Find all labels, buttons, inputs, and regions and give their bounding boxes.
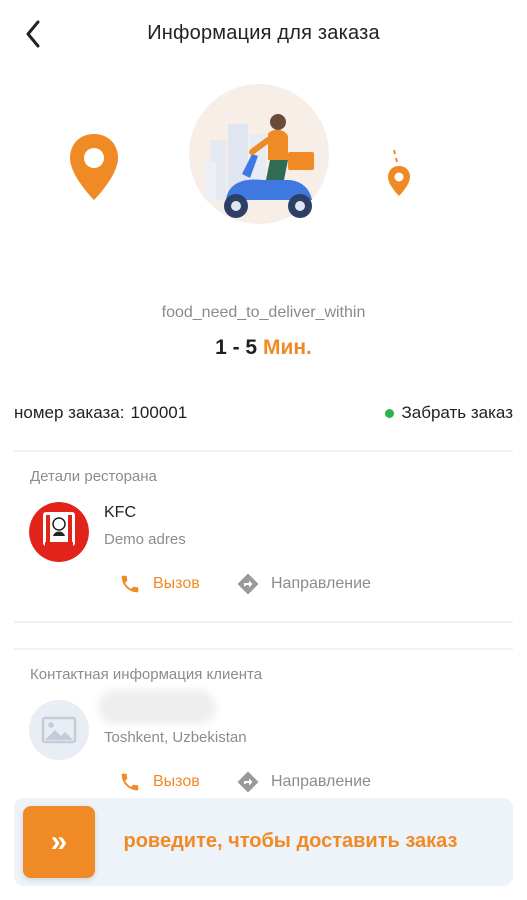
customer-address: Toshkent, Uzbekistan xyxy=(104,729,247,746)
order-status: Забрать заказ xyxy=(384,403,513,423)
directions-icon xyxy=(235,571,261,597)
restaurant-logo xyxy=(29,502,89,562)
kfc-logo-icon xyxy=(29,502,89,562)
call-label: Вызов xyxy=(153,575,200,592)
divider xyxy=(14,450,513,452)
restaurant-directions-button[interactable]: Направление xyxy=(235,571,371,597)
order-status-text: Забрать заказ xyxy=(401,403,513,422)
phone-icon xyxy=(117,571,143,597)
customer-call-button[interactable]: Вызов xyxy=(117,769,200,795)
divider xyxy=(14,621,513,623)
destination-pin-icon xyxy=(388,149,410,196)
app-header: Информация для заказа xyxy=(0,0,527,68)
order-number-label: номер заказа: xyxy=(14,403,125,422)
phone-icon xyxy=(117,769,143,795)
restaurant-call-button[interactable]: Вызов xyxy=(117,571,200,597)
location-pin-icon xyxy=(70,134,118,200)
swipe-to-deliver-slider[interactable]: роведите, чтобы доставить заказ » xyxy=(14,798,513,886)
customer-avatar xyxy=(29,700,89,760)
directions-label: Направление xyxy=(271,575,371,592)
customer-name-redacted xyxy=(98,690,216,724)
image-placeholder-icon xyxy=(29,700,89,760)
double-chevron-right-icon: » xyxy=(50,825,68,858)
order-info-row: номер заказа: 100001 Забрать заказ xyxy=(14,398,513,428)
page-title: Информация для заказа xyxy=(147,22,380,44)
delivery-time: 1 - 5 Мин. xyxy=(0,336,527,360)
customer-section-title: Контактная информация клиента xyxy=(30,666,263,683)
status-dot-icon xyxy=(384,408,394,418)
restaurant-section-title: Детали ресторана xyxy=(30,468,157,485)
order-number: номер заказа: 100001 xyxy=(14,403,187,423)
swipe-handle[interactable]: » xyxy=(23,806,95,878)
directions-label: Направление xyxy=(271,773,371,790)
courier-scooter-illustration xyxy=(189,84,329,224)
delivery-time-value: 1 - 5 xyxy=(215,336,258,359)
divider xyxy=(14,648,513,650)
directions-icon xyxy=(235,769,261,795)
delivery-time-unit: Мин. xyxy=(262,336,312,359)
restaurant-address: Demo adres xyxy=(104,531,186,548)
order-number-value: 100001 xyxy=(130,403,188,422)
delivery-illustration xyxy=(0,80,527,250)
delivery-time-label: food_need_to_deliver_within xyxy=(161,304,366,321)
call-label: Вызов xyxy=(153,773,200,790)
restaurant-name: KFC xyxy=(104,504,136,521)
customer-directions-button[interactable]: Направление xyxy=(235,769,371,795)
